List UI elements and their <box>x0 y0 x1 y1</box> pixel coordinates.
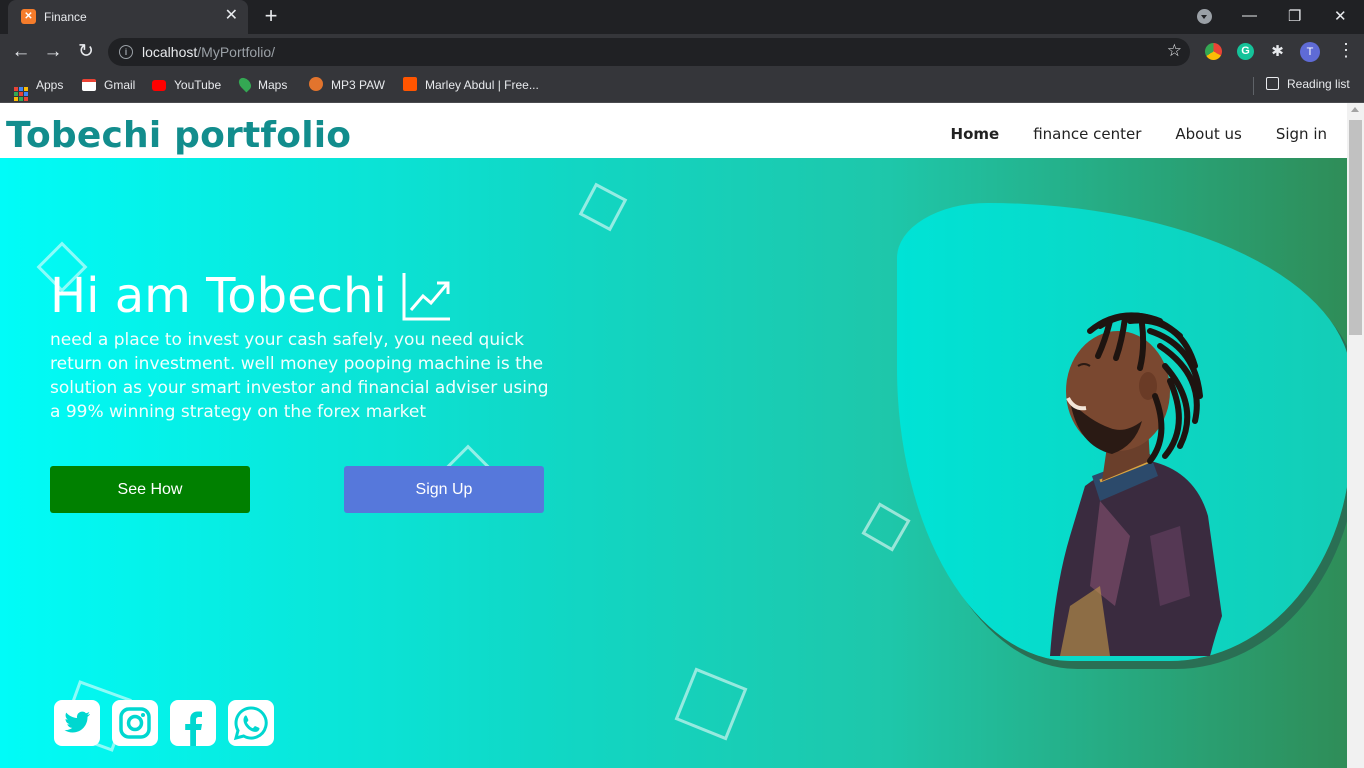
scroll-up-arrow-icon[interactable] <box>1351 107 1359 112</box>
portrait-image <box>1050 312 1222 656</box>
nav-sign-in[interactable]: Sign in <box>1276 125 1327 143</box>
decorative-square <box>578 182 628 232</box>
apps-grid-icon <box>14 87 28 101</box>
page-viewport: Tobechi portfolio Home finance center Ab… <box>0 103 1347 768</box>
maps-pin-icon <box>236 75 254 93</box>
new-tab-icon[interactable]: + <box>260 5 282 27</box>
browser-menu-icon[interactable]: ⋮ <box>1337 40 1355 61</box>
browser-tab-strip: ✕ Finance ✕ + — ❐ ✕ <box>0 0 1364 34</box>
bookmark-label: MP3 PAW <box>331 78 386 92</box>
minimize-icon[interactable]: — <box>1242 7 1257 24</box>
grammarly-icon[interactable]: G <box>1237 43 1254 60</box>
bookmark-gmail[interactable]: Gmail <box>82 77 135 93</box>
window-close-icon[interactable]: ✕ <box>1334 7 1347 25</box>
bookmark-youtube[interactable]: YouTube <box>152 77 221 93</box>
url-host: localhost <box>142 44 198 60</box>
hero-title-text: Hi am Tobechi <box>50 268 387 324</box>
xampp-favicon-icon: ✕ <box>21 9 36 24</box>
browser-toolbar: ← → ↻ i localhost/MyPortfolio/ ☆ G ✱ T ⋮ <box>0 34 1364 69</box>
bookmark-label: YouTube <box>174 78 222 92</box>
decorative-square <box>861 502 911 552</box>
site-brand[interactable]: Tobechi portfolio <box>6 114 351 158</box>
site-info-icon[interactable]: i <box>119 45 133 59</box>
bookmark-label: Marley Abdul | Free... <box>425 78 539 92</box>
tab-close-icon[interactable]: ✕ <box>225 7 238 25</box>
bookmark-mp3paw[interactable]: MP3 PAW <box>309 77 385 93</box>
profile-avatar[interactable]: T <box>1300 42 1320 62</box>
nav-home[interactable]: Home <box>951 125 1000 143</box>
reload-icon[interactable]: ↻ <box>75 41 97 63</box>
extensions-puzzle-icon[interactable]: ✱ <box>1269 43 1286 60</box>
page-scrollbar[interactable] <box>1347 103 1364 768</box>
site-header: Tobechi portfolio Home finance center Ab… <box>0 103 1347 158</box>
paw-icon <box>309 77 323 91</box>
tab-search-icon[interactable] <box>1197 9 1212 24</box>
twitter-icon[interactable] <box>54 700 100 746</box>
bookmarks-separator <box>1253 77 1254 95</box>
reading-list-button[interactable]: Reading list <box>1266 77 1350 91</box>
scrollbar-thumb[interactable] <box>1349 120 1362 335</box>
bookmark-star-icon[interactable]: ☆ <box>1167 41 1182 61</box>
restore-icon[interactable]: ❐ <box>1288 7 1301 25</box>
bookmark-apps[interactable]: Apps <box>14 77 64 101</box>
url-path: /MyPortfolio/ <box>197 44 276 60</box>
gmail-icon <box>82 79 96 91</box>
see-how-button[interactable]: See How <box>50 466 250 513</box>
colorful-extension-icon[interactable] <box>1205 43 1222 60</box>
bookmark-marley-abdul[interactable]: Marley Abdul | Free... <box>403 77 539 93</box>
hero-title: Hi am Tobechi <box>50 266 453 326</box>
facebook-icon[interactable] <box>170 700 216 746</box>
nav-finance-center[interactable]: finance center <box>1033 125 1141 143</box>
url-text[interactable]: localhost/MyPortfolio/ <box>142 44 275 60</box>
bookmark-label: Maps <box>258 78 288 92</box>
reading-list-label: Reading list <box>1287 77 1350 91</box>
whatsapp-icon[interactable] <box>228 700 274 746</box>
main-nav: Home finance center About us Sign in <box>951 125 1327 143</box>
bookmark-label: Gmail <box>104 78 136 92</box>
hero-description: need a place to invest your cash safely,… <box>50 330 549 422</box>
bookmark-maps[interactable]: Maps <box>236 75 288 93</box>
sign-up-button[interactable]: Sign Up <box>344 466 544 513</box>
browser-tab[interactable]: ✕ Finance ✕ <box>8 0 248 34</box>
line-chart-icon <box>402 273 450 321</box>
youtube-icon <box>152 80 166 91</box>
tab-title: Finance <box>44 10 87 24</box>
back-icon[interactable]: ← <box>10 41 32 63</box>
address-bar[interactable]: i localhost/MyPortfolio/ ☆ <box>108 38 1190 66</box>
instagram-icon[interactable] <box>112 700 158 746</box>
bookmark-label: Apps <box>36 78 64 92</box>
reading-list-icon <box>1266 77 1279 90</box>
nav-about-us[interactable]: About us <box>1175 125 1241 143</box>
decorative-square <box>674 667 748 741</box>
hero-section: Hi am Tobechi need a place to invest you… <box>0 158 1347 768</box>
soundcloud-icon <box>403 77 417 91</box>
bookmarks-bar: Apps Gmail YouTube Maps MP3 PAW Marley A… <box>0 69 1364 103</box>
forward-icon[interactable]: → <box>42 41 64 63</box>
